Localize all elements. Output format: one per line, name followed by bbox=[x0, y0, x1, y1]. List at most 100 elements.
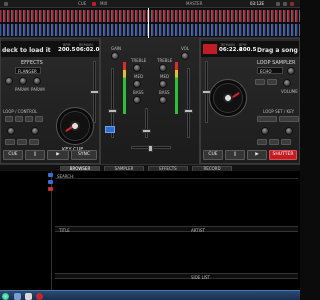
mixer-gain-label-left: GAIN bbox=[111, 46, 122, 51]
clock-display: 03:12E bbox=[250, 1, 265, 6]
app-icon[interactable] bbox=[25, 293, 32, 300]
right-turntable[interactable] bbox=[209, 79, 247, 117]
left-pitch-slider[interactable] bbox=[90, 61, 99, 123]
left-hotcue-3[interactable] bbox=[29, 139, 39, 145]
mixer-gain-knob-right[interactable] bbox=[181, 52, 189, 60]
left-loop-btn-2[interactable] bbox=[15, 116, 23, 122]
left-hotcue-2[interactable] bbox=[17, 139, 27, 145]
right-loop-sampler-label: LOOP SAMPLER bbox=[257, 60, 296, 66]
maximize-icon[interactable] bbox=[283, 2, 287, 6]
left-play-button[interactable]: ▶ bbox=[47, 150, 69, 160]
right-deck-track-title: Drag a song bbox=[257, 47, 298, 54]
right-loop-in-button[interactable] bbox=[257, 116, 277, 122]
right-hotcue-1[interactable] bbox=[257, 139, 267, 145]
vu-meter-left bbox=[123, 62, 126, 114]
left-deck: deck to load it BPM 200.5 REMAIN 06:02.0… bbox=[0, 38, 100, 164]
left-effect-select[interactable]: FLANGER bbox=[15, 67, 41, 74]
right-sampler-volume-knob[interactable] bbox=[283, 79, 291, 87]
mixer-volume-fader-right[interactable] bbox=[184, 68, 193, 138]
left-turntable[interactable] bbox=[56, 107, 94, 145]
right-cue-button[interactable]: CUE bbox=[203, 150, 223, 160]
right-sampler-btn-2[interactable] bbox=[267, 79, 277, 85]
mixer-bass-label-right: BASS bbox=[159, 90, 170, 95]
mixer-bass-knob-right[interactable] bbox=[159, 96, 167, 104]
favorites-icon[interactable] bbox=[48, 187, 53, 191]
menu-icon[interactable] bbox=[4, 2, 8, 6]
mixer-bass-knob-left[interactable] bbox=[133, 96, 141, 104]
os-taskbar bbox=[0, 290, 300, 300]
mixer-volume-thumb-left[interactable] bbox=[108, 109, 117, 113]
mixer-center-thumb[interactable] bbox=[142, 129, 151, 133]
right-bpm-value: 200.5 bbox=[239, 47, 257, 53]
folder-icon[interactable] bbox=[48, 173, 53, 177]
right-effect-knob-1[interactable] bbox=[287, 67, 295, 75]
right-pause-button[interactable]: || bbox=[225, 150, 245, 160]
left-hotcue-1[interactable] bbox=[5, 139, 15, 145]
mix-label: MIX bbox=[100, 1, 108, 6]
explorer-icon[interactable] bbox=[14, 293, 21, 300]
left-cue-button[interactable]: CUE bbox=[3, 150, 23, 160]
left-effect-knob-1[interactable] bbox=[5, 77, 13, 85]
mixer-panel: GAIN VOL TREBLE TREBLE MED MED BASS BASS bbox=[100, 38, 200, 164]
start-button-icon[interactable] bbox=[2, 293, 9, 300]
left-effects-label: EFFECTS bbox=[21, 60, 43, 66]
search-bar[interactable]: SEARCH: bbox=[55, 173, 298, 179]
left-deck-waveform[interactable] bbox=[0, 10, 300, 22]
right-sampler-btn-1[interactable] bbox=[255, 79, 265, 85]
crossfader[interactable] bbox=[131, 145, 171, 152]
left-loop-btn-1[interactable] bbox=[5, 116, 13, 122]
left-sync-button[interactable]: SYNC bbox=[71, 150, 97, 160]
column-title[interactable]: TITLE bbox=[59, 228, 70, 233]
crossfader-thumb[interactable] bbox=[148, 145, 153, 152]
right-platter-marker bbox=[232, 91, 240, 99]
left-pitch-thumb[interactable] bbox=[90, 90, 99, 94]
side-list-label: SIDE LIST bbox=[191, 275, 210, 280]
right-hotcue-3[interactable] bbox=[281, 139, 291, 145]
left-effect-knob-2[interactable] bbox=[19, 77, 27, 85]
right-shutter-button[interactable]: SHUTTER bbox=[269, 150, 297, 160]
cue-label: CUE bbox=[78, 1, 87, 6]
left-loop-btn-4[interactable] bbox=[35, 116, 43, 122]
mixer-sync-button-left[interactable] bbox=[105, 126, 115, 133]
close-icon[interactable] bbox=[290, 2, 294, 6]
right-loop-knob[interactable] bbox=[261, 127, 269, 135]
left-pitch-knob[interactable] bbox=[31, 127, 39, 135]
right-loop-out-button[interactable] bbox=[279, 116, 299, 122]
mixer-treble-knob-left[interactable] bbox=[133, 64, 141, 72]
left-bpm-value: 200.5 bbox=[58, 47, 76, 53]
left-loop-label: LOOP / CONTROL bbox=[3, 109, 38, 114]
mixer-med-knob-left[interactable] bbox=[133, 80, 141, 88]
right-pitch-slider[interactable] bbox=[202, 61, 211, 123]
folder-tree[interactable] bbox=[0, 171, 53, 290]
file-list-header: TITLE ARTIST bbox=[55, 226, 298, 233]
search-label: SEARCH: bbox=[57, 174, 75, 179]
mixer-center-fader[interactable] bbox=[142, 108, 151, 138]
mixer-med-label-right: MED bbox=[160, 74, 170, 79]
right-effect-select[interactable]: ECHO bbox=[257, 67, 283, 74]
mixer-med-label-left: MED bbox=[134, 74, 144, 79]
mixer-volume-thumb-right[interactable] bbox=[184, 109, 193, 113]
right-keylock-knob[interactable] bbox=[285, 127, 293, 135]
vu-meter-right bbox=[175, 62, 178, 114]
mixer-treble-knob-right[interactable] bbox=[159, 64, 167, 72]
cue-toggle[interactable] bbox=[92, 2, 96, 6]
right-deck-waveform[interactable] bbox=[0, 24, 300, 36]
left-effect-knob-3[interactable] bbox=[33, 77, 41, 85]
right-deck: REMAIN 06:22.4 BPM 200.5 Drag a song LOO… bbox=[200, 38, 300, 164]
top-toolbar: CUE MIX MASTER 03:12E bbox=[0, 0, 300, 8]
right-play-button[interactable]: ▶ bbox=[247, 150, 267, 160]
right-deck-header: REMAIN 06:22.4 BPM 200.5 Drag a song bbox=[201, 41, 299, 57]
mixer-med-knob-right[interactable] bbox=[159, 80, 167, 88]
mixer-gain-knob-left[interactable] bbox=[111, 52, 119, 60]
playhead-marker bbox=[148, 8, 149, 38]
minimize-icon[interactable] bbox=[276, 2, 280, 6]
folder-icon[interactable] bbox=[48, 180, 53, 184]
column-artist[interactable]: ARTIST bbox=[191, 228, 205, 233]
left-pause-button[interactable]: || bbox=[25, 150, 45, 160]
waveform-display[interactable] bbox=[0, 8, 300, 38]
left-loop-btn-3[interactable] bbox=[25, 116, 33, 122]
left-loop-knob[interactable] bbox=[7, 127, 15, 135]
right-hotcue-2[interactable] bbox=[269, 139, 279, 145]
dj-app-icon[interactable] bbox=[36, 293, 43, 300]
side-list-header: SIDE LIST bbox=[55, 273, 298, 280]
